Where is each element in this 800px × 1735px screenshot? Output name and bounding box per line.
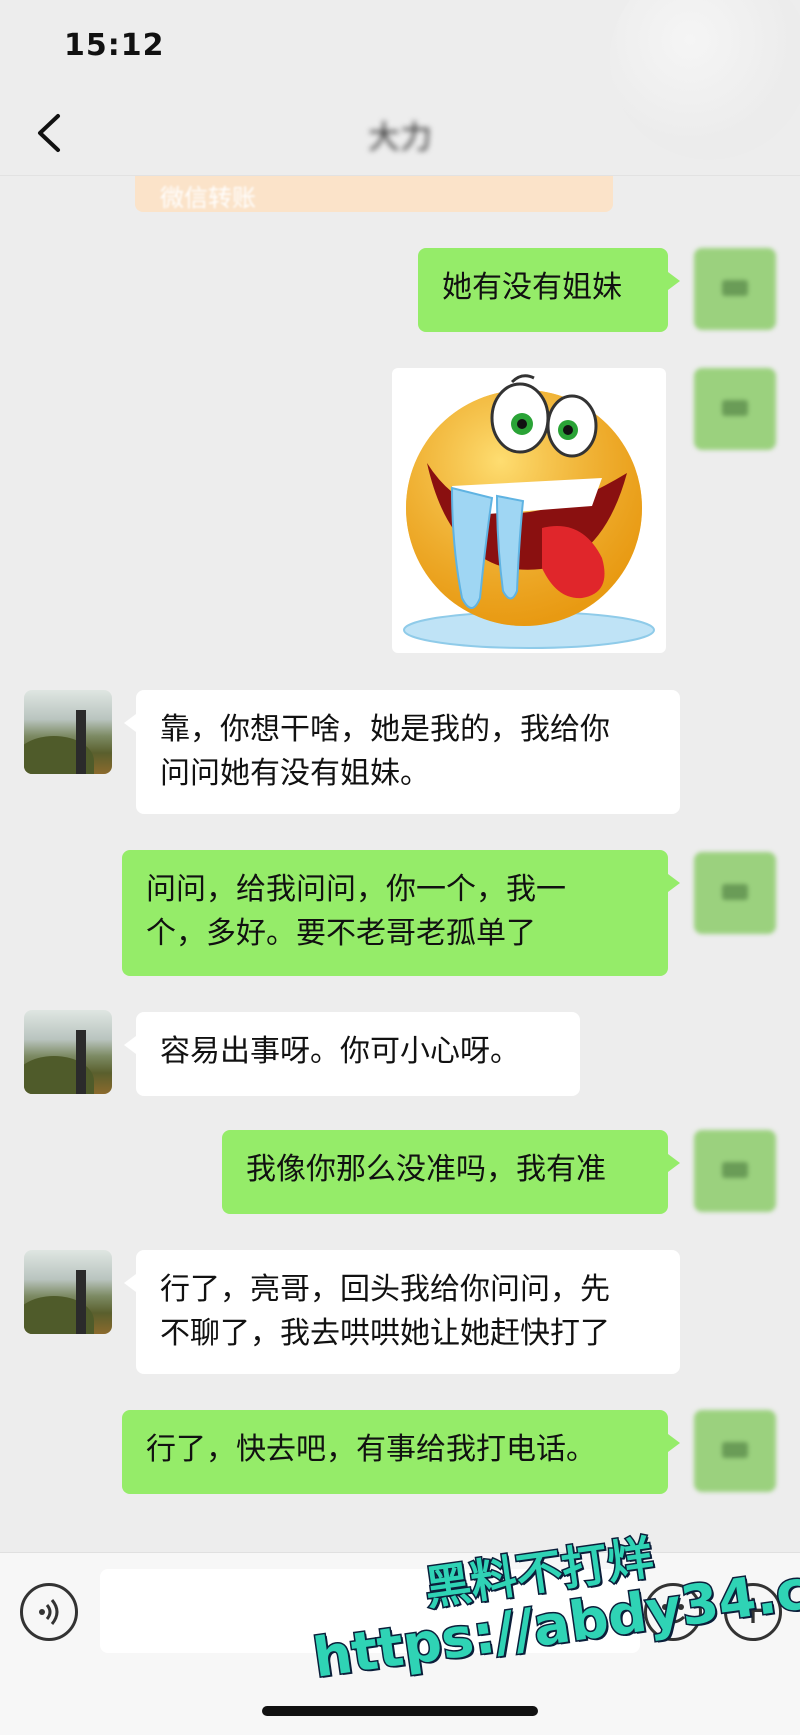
chat-header: 大力	[0, 90, 800, 176]
received-message-bubble[interactable]: 容易出事呀。你可小心呀。	[124, 1012, 580, 1096]
smiley-icon	[660, 1604, 686, 1624]
emoji-button[interactable]	[644, 1583, 702, 1641]
chat-title: 大力	[367, 118, 432, 156]
self-avatar[interactable]	[694, 1130, 776, 1212]
message-text-line: 个，多好。要不老哥老孤单了	[146, 916, 536, 951]
message-text-line: 问问，给我问问，你一个，我一	[146, 872, 566, 907]
message-text-line: 行了，亮哥，回头我给你问问，先	[160, 1272, 610, 1307]
self-avatar[interactable]	[694, 852, 776, 934]
voice-wave-icon	[39, 1599, 59, 1625]
status-bar: 15:12	[0, 0, 800, 160]
self-avatar[interactable]	[694, 248, 776, 330]
status-time: 15:12	[64, 28, 165, 63]
self-avatar[interactable]	[694, 368, 776, 450]
message-text-line: 靠，你想干啥，她是我的，我给你	[160, 712, 610, 747]
received-message-bubble[interactable]: 靠，你想干啥，她是我的，我给你 问问她有没有姐妹。	[124, 690, 680, 814]
transfer-card[interactable]: 微信转账	[135, 176, 613, 212]
message-text: 我像你那么没准吗，我有准	[246, 1152, 606, 1187]
voice-input-button[interactable]	[20, 1583, 78, 1641]
more-options-button[interactable]: +	[724, 1583, 782, 1641]
message-text: 容易出事呀。你可小心呀。	[160, 1034, 520, 1069]
drooling-emoji-icon	[403, 374, 655, 649]
message-text-line: 不聊了，我去哄哄她让她赶快打了	[160, 1316, 610, 1351]
contact-avatar[interactable]	[24, 1010, 112, 1094]
sent-message-bubble[interactable]: 我像你那么没准吗，我有准	[222, 1130, 680, 1214]
home-indicator[interactable]	[262, 1706, 538, 1716]
plus-icon: +	[736, 1587, 770, 1633]
transfer-label: 微信转账	[160, 184, 256, 212]
back-chevron-icon[interactable]	[30, 110, 70, 156]
message-input[interactable]	[100, 1569, 640, 1653]
contact-avatar[interactable]	[24, 690, 112, 774]
message-text: 她有没有姐妹	[442, 270, 622, 305]
sent-message-bubble[interactable]: 行了，快去吧，有事给我打电话。	[122, 1410, 680, 1494]
sent-message-bubble[interactable]: 她有没有姐妹	[418, 248, 680, 332]
message-text: 行了，快去吧，有事给我打电话。	[146, 1432, 596, 1467]
drooling-emoji-sticker[interactable]	[392, 368, 666, 653]
message-text-line: 问问她有没有姐妹。	[160, 756, 430, 791]
contact-avatar[interactable]	[24, 1250, 112, 1334]
sent-message-bubble[interactable]: 问问，给我问问，你一个，我一 个，多好。要不老哥老孤单了	[122, 850, 680, 976]
received-message-bubble[interactable]: 行了，亮哥，回头我给你问问，先 不聊了，我去哄哄她让她赶快打了	[124, 1250, 680, 1374]
self-avatar[interactable]	[694, 1410, 776, 1492]
